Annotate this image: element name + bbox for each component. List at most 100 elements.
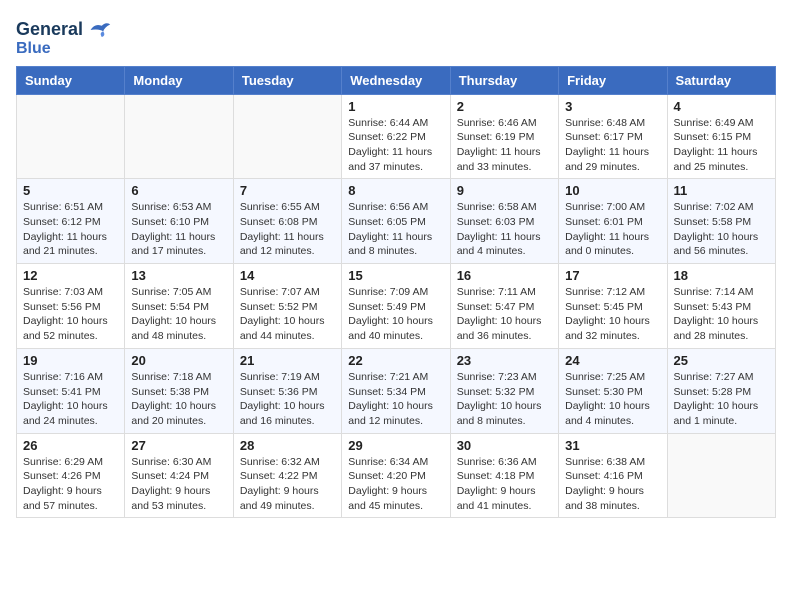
- calendar-cell: 23 Sunrise: 7:23 AM Sunset: 5:32 PM Dayli…: [450, 348, 558, 433]
- day-number: 30: [457, 438, 552, 453]
- day-number: 21: [240, 353, 335, 368]
- day-info: Sunrise: 7:16 AM Sunset: 5:41 PM Dayligh…: [23, 370, 118, 429]
- calendar-table: SundayMondayTuesdayWednesdayThursdayFrid…: [16, 66, 776, 519]
- day-number: 20: [131, 353, 226, 368]
- day-info: Sunrise: 6:46 AM Sunset: 6:19 PM Dayligh…: [457, 116, 552, 175]
- day-number: 29: [348, 438, 443, 453]
- day-number: 31: [565, 438, 660, 453]
- calendar-cell: 14 Sunrise: 7:07 AM Sunset: 5:52 PM Dayli…: [233, 264, 341, 349]
- day-info: Sunrise: 6:55 AM Sunset: 6:08 PM Dayligh…: [240, 200, 335, 259]
- day-info: Sunrise: 7:21 AM Sunset: 5:34 PM Dayligh…: [348, 370, 443, 429]
- calendar-cell: 29 Sunrise: 6:34 AM Sunset: 4:20 PM Dayli…: [342, 433, 450, 518]
- day-info: Sunrise: 6:53 AM Sunset: 6:10 PM Dayligh…: [131, 200, 226, 259]
- calendar-cell: 3 Sunrise: 6:48 AM Sunset: 6:17 PM Daylig…: [559, 94, 667, 179]
- day-info: Sunrise: 6:48 AM Sunset: 6:17 PM Dayligh…: [565, 116, 660, 175]
- day-number: 7: [240, 183, 335, 198]
- weekday-sunday: Sunday: [17, 66, 125, 94]
- calendar-cell: 18 Sunrise: 7:14 AM Sunset: 5:43 PM Dayli…: [667, 264, 775, 349]
- day-info: Sunrise: 6:44 AM Sunset: 6:22 PM Dayligh…: [348, 116, 443, 175]
- calendar-cell: 15 Sunrise: 7:09 AM Sunset: 5:49 PM Dayli…: [342, 264, 450, 349]
- calendar-cell: 7 Sunrise: 6:55 AM Sunset: 6:08 PM Daylig…: [233, 179, 341, 264]
- calendar-cell: 4Sunrise: 6:49 AM Sunset: 6:15 PM Daylig…: [667, 94, 775, 179]
- day-number: 3: [565, 99, 660, 114]
- week-row-2: 5 Sunrise: 6:51 AM Sunset: 6:12 PM Daylig…: [17, 179, 776, 264]
- weekday-friday: Friday: [559, 66, 667, 94]
- day-info: Sunrise: 7:09 AM Sunset: 5:49 PM Dayligh…: [348, 285, 443, 344]
- day-number: 22: [348, 353, 443, 368]
- calendar-cell: 17 Sunrise: 7:12 AM Sunset: 5:45 PM Dayli…: [559, 264, 667, 349]
- day-number: 28: [240, 438, 335, 453]
- day-info: Sunrise: 6:38 AM Sunset: 4:16 PM Dayligh…: [565, 455, 660, 514]
- day-info: Sunrise: 7:11 AM Sunset: 5:47 PM Dayligh…: [457, 285, 552, 344]
- day-number: 24: [565, 353, 660, 368]
- calendar-cell: 11Sunrise: 7:02 AM Sunset: 5:58 PM Dayli…: [667, 179, 775, 264]
- day-info: Sunrise: 6:58 AM Sunset: 6:03 PM Dayligh…: [457, 200, 552, 259]
- calendar-cell: 27 Sunrise: 6:30 AM Sunset: 4:24 PM Dayli…: [125, 433, 233, 518]
- calendar-cell: 24 Sunrise: 7:25 AM Sunset: 5:30 PM Dayli…: [559, 348, 667, 433]
- logo-text: General: [16, 20, 83, 40]
- calendar-cell: 16 Sunrise: 7:11 AM Sunset: 5:47 PM Dayli…: [450, 264, 558, 349]
- logo-bird-icon: [85, 16, 113, 44]
- page-header: General Blue: [16, 16, 776, 58]
- day-number: 25: [674, 353, 769, 368]
- calendar-cell: 28 Sunrise: 6:32 AM Sunset: 4:22 PM Dayli…: [233, 433, 341, 518]
- calendar-cell: 8Sunrise: 6:56 AM Sunset: 6:05 PM Daylig…: [342, 179, 450, 264]
- day-number: 16: [457, 268, 552, 283]
- weekday-wednesday: Wednesday: [342, 66, 450, 94]
- calendar-cell: 9 Sunrise: 6:58 AM Sunset: 6:03 PM Daylig…: [450, 179, 558, 264]
- calendar-cell: 1 Sunrise: 6:44 AM Sunset: 6:22 PM Daylig…: [342, 94, 450, 179]
- calendar-cell: [125, 94, 233, 179]
- day-number: 18: [674, 268, 769, 283]
- day-number: 15: [348, 268, 443, 283]
- weekday-saturday: Saturday: [667, 66, 775, 94]
- weekday-thursday: Thursday: [450, 66, 558, 94]
- day-info: Sunrise: 6:36 AM Sunset: 4:18 PM Dayligh…: [457, 455, 552, 514]
- day-info: Sunrise: 7:07 AM Sunset: 5:52 PM Dayligh…: [240, 285, 335, 344]
- day-info: Sunrise: 6:49 AM Sunset: 6:15 PM Dayligh…: [674, 116, 769, 175]
- day-number: 14: [240, 268, 335, 283]
- day-info: Sunrise: 7:12 AM Sunset: 5:45 PM Dayligh…: [565, 285, 660, 344]
- day-info: Sunrise: 7:14 AM Sunset: 5:43 PM Dayligh…: [674, 285, 769, 344]
- calendar-cell: 13Sunrise: 7:05 AM Sunset: 5:54 PM Dayli…: [125, 264, 233, 349]
- day-number: 17: [565, 268, 660, 283]
- day-number: 23: [457, 353, 552, 368]
- day-number: 12: [23, 268, 118, 283]
- calendar-cell: 25Sunrise: 7:27 AM Sunset: 5:28 PM Dayli…: [667, 348, 775, 433]
- day-info: Sunrise: 6:51 AM Sunset: 6:12 PM Dayligh…: [23, 200, 118, 259]
- week-row-4: 19Sunrise: 7:16 AM Sunset: 5:41 PM Dayli…: [17, 348, 776, 433]
- day-number: 2: [457, 99, 552, 114]
- day-info: Sunrise: 6:29 AM Sunset: 4:26 PM Dayligh…: [23, 455, 118, 514]
- calendar-cell: 2 Sunrise: 6:46 AM Sunset: 6:19 PM Daylig…: [450, 94, 558, 179]
- day-number: 26: [23, 438, 118, 453]
- day-info: Sunrise: 7:18 AM Sunset: 5:38 PM Dayligh…: [131, 370, 226, 429]
- weekday-header-row: SundayMondayTuesdayWednesdayThursdayFrid…: [17, 66, 776, 94]
- day-number: 9: [457, 183, 552, 198]
- day-info: Sunrise: 6:32 AM Sunset: 4:22 PM Dayligh…: [240, 455, 335, 514]
- day-info: Sunrise: 6:34 AM Sunset: 4:20 PM Dayligh…: [348, 455, 443, 514]
- calendar-cell: 12 Sunrise: 7:03 AM Sunset: 5:56 PM Dayli…: [17, 264, 125, 349]
- day-number: 27: [131, 438, 226, 453]
- day-info: Sunrise: 7:03 AM Sunset: 5:56 PM Dayligh…: [23, 285, 118, 344]
- day-info: Sunrise: 7:00 AM Sunset: 6:01 PM Dayligh…: [565, 200, 660, 259]
- calendar-cell: 30 Sunrise: 6:36 AM Sunset: 4:18 PM Dayli…: [450, 433, 558, 518]
- calendar-cell: 6 Sunrise: 6:53 AM Sunset: 6:10 PM Daylig…: [125, 179, 233, 264]
- day-number: 5: [23, 183, 118, 198]
- calendar-cell: 20 Sunrise: 7:18 AM Sunset: 5:38 PM Dayli…: [125, 348, 233, 433]
- logo: General Blue: [16, 16, 113, 58]
- day-info: Sunrise: 7:19 AM Sunset: 5:36 PM Dayligh…: [240, 370, 335, 429]
- weekday-tuesday: Tuesday: [233, 66, 341, 94]
- day-info: Sunrise: 7:25 AM Sunset: 5:30 PM Dayligh…: [565, 370, 660, 429]
- calendar-cell: 31 Sunrise: 6:38 AM Sunset: 4:16 PM Dayli…: [559, 433, 667, 518]
- day-info: Sunrise: 7:02 AM Sunset: 5:58 PM Dayligh…: [674, 200, 769, 259]
- week-row-1: 1 Sunrise: 6:44 AM Sunset: 6:22 PM Daylig…: [17, 94, 776, 179]
- day-info: Sunrise: 7:23 AM Sunset: 5:32 PM Dayligh…: [457, 370, 552, 429]
- day-number: 6: [131, 183, 226, 198]
- day-info: Sunrise: 7:05 AM Sunset: 5:54 PM Dayligh…: [131, 285, 226, 344]
- day-number: 1: [348, 99, 443, 114]
- day-info: Sunrise: 6:30 AM Sunset: 4:24 PM Dayligh…: [131, 455, 226, 514]
- calendar-cell: [667, 433, 775, 518]
- calendar-cell: 19Sunrise: 7:16 AM Sunset: 5:41 PM Dayli…: [17, 348, 125, 433]
- calendar-cell: [17, 94, 125, 179]
- calendar-cell: [233, 94, 341, 179]
- day-info: Sunrise: 6:56 AM Sunset: 6:05 PM Dayligh…: [348, 200, 443, 259]
